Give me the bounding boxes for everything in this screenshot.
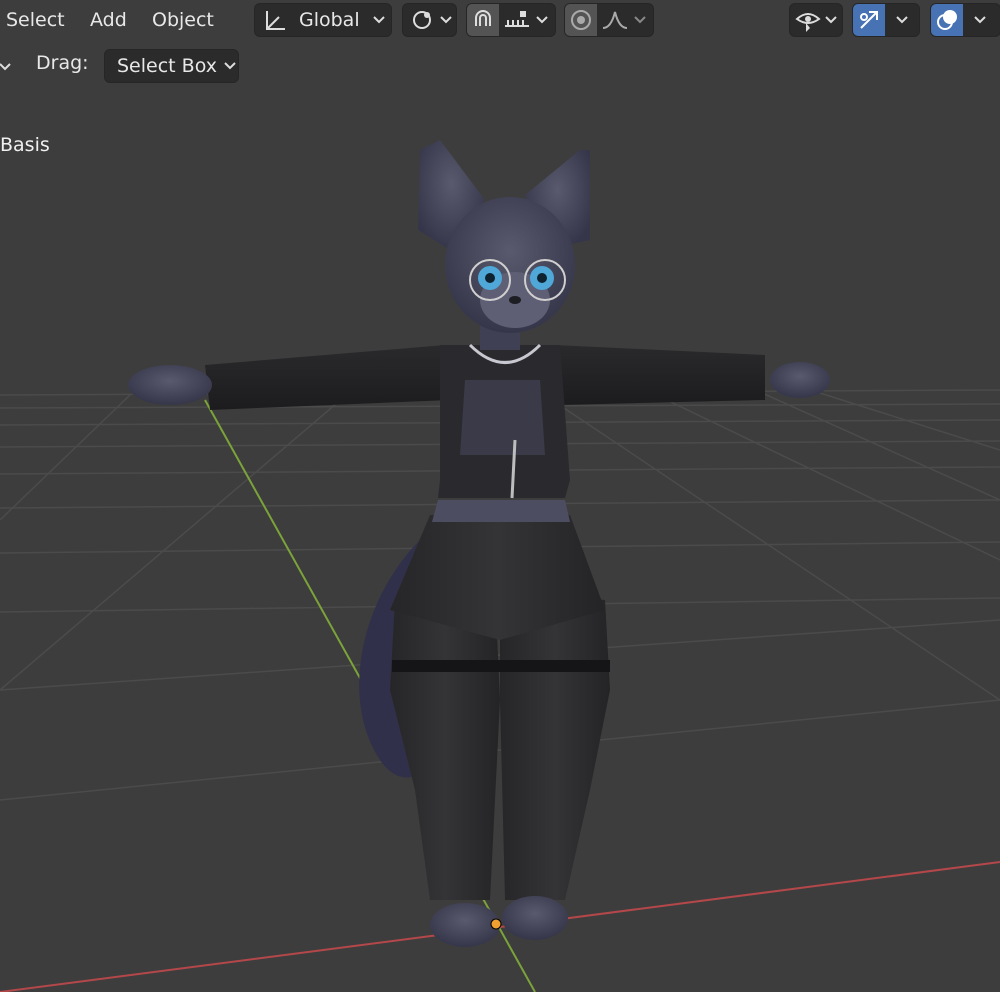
drag-value: Select Box [117, 55, 217, 77]
right-leg [500, 590, 610, 900]
chest [460, 380, 545, 455]
shape-key-label: Basis [0, 134, 50, 156]
chevron-down-icon[interactable] [0, 62, 14, 72]
falloff-curve-icon [602, 11, 628, 29]
chevron-down-icon [224, 62, 236, 70]
transform-orientation-dropdown[interactable]: Global [255, 4, 391, 36]
right-sleeve [555, 345, 765, 405]
gizmo-controls[interactable] [853, 4, 919, 36]
orientation-label: Global [299, 9, 360, 31]
proportional-toggle[interactable] [565, 4, 597, 36]
right-foot [502, 896, 568, 940]
drag-select-dropdown[interactable]: Select Box [105, 50, 238, 82]
orientation-icon [266, 11, 285, 30]
chevron-down-icon [372, 16, 385, 24]
eye-pointer-icon [795, 13, 821, 32]
menu-select[interactable]: Select [0, 6, 71, 34]
right-hand [770, 362, 830, 398]
chevron-down-icon [825, 16, 837, 24]
menu-object[interactable]: Object [146, 6, 220, 34]
viewport-header: Select Add Object Global [0, 0, 1000, 40]
gizmo-toggle[interactable] [853, 4, 885, 36]
viewport-scene [0, 140, 1000, 992]
proportional-editing-controls[interactable] [565, 4, 653, 36]
nose [509, 296, 521, 304]
origin-point [490, 918, 502, 930]
object-visibility-dropdown[interactable] [790, 4, 842, 36]
tool-settings-bar: Drag: Select Box [0, 46, 400, 84]
chevron-down-icon [974, 16, 986, 24]
snap-toggle[interactable] [467, 4, 499, 36]
drag-label: Drag: [36, 52, 89, 74]
left-sleeve [205, 345, 450, 410]
3d-viewport[interactable]: Select Add Object Global Drag: Select Bo… [0, 0, 1000, 992]
left-leg [390, 590, 500, 900]
chevron-down-icon [634, 16, 646, 24]
menu-add[interactable]: Add [84, 6, 133, 34]
left-hand [128, 365, 212, 405]
gizmo-arrow-icon [860, 11, 878, 29]
snapping-controls[interactable] [467, 4, 555, 36]
overlays-icon [937, 10, 957, 30]
right-thigh-strap [500, 660, 610, 672]
overlays-toggle[interactable] [931, 4, 963, 36]
chevron-down-icon [536, 16, 548, 24]
pivot-point-dropdown[interactable] [403, 4, 456, 36]
pivot-icon [413, 11, 431, 29]
magnet-icon [475, 10, 491, 26]
chevron-down-icon [440, 16, 452, 24]
left-foot [430, 903, 500, 947]
belly [432, 500, 570, 522]
snap-increment-icon [505, 11, 529, 27]
proportional-edit-icon [571, 10, 591, 30]
left-thigh-strap [392, 660, 500, 672]
overlays-controls[interactable] [931, 4, 1000, 36]
chevron-down-icon [896, 16, 908, 24]
